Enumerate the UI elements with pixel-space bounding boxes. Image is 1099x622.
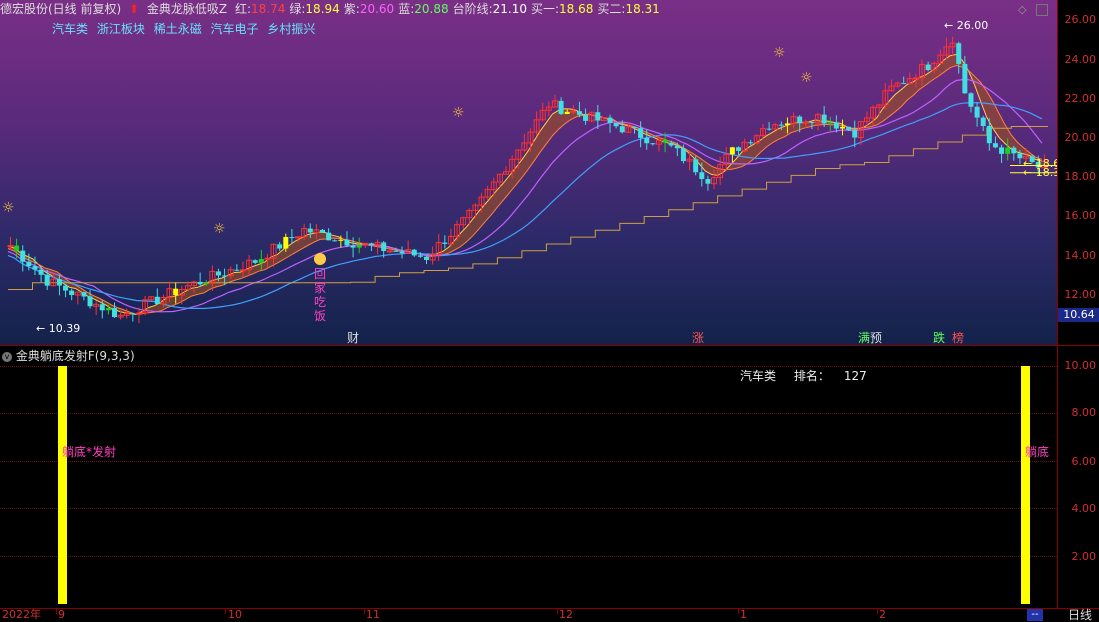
signal-bar-right	[1021, 366, 1030, 604]
price-tick: 24.00	[1064, 53, 1097, 66]
money-bag-icon	[314, 253, 326, 265]
candlestick-chart: ☼ ☼ ☼ ☼ ☼	[2, 36, 1057, 324]
runner-icon: ☼	[2, 200, 15, 216]
runner-icon: ☼	[452, 105, 465, 121]
sector-tag[interactable]: 汽车类	[52, 22, 88, 36]
current-price-tag: 10.64	[1058, 308, 1099, 322]
header-value-label: 买一:	[531, 2, 560, 16]
period-label[interactable]: 日线	[1068, 609, 1092, 621]
event-marker[interactable]: 榜	[952, 331, 964, 345]
sector-rank: 汽车类 排名： 127	[740, 367, 895, 384]
low-price-label: ← 10.39	[36, 322, 81, 335]
grid-line	[0, 461, 1057, 462]
date-axis: 2022年 9 10 11 12 1 2 -- 日线	[0, 608, 1099, 621]
grid-line	[0, 366, 1057, 367]
date-tick	[364, 609, 365, 614]
header-value: 18.74	[251, 2, 286, 16]
header-value-label: 绿:	[289, 2, 306, 16]
price-tick: 26.00	[1064, 13, 1097, 26]
buy2-tag: ← 18.31	[1023, 166, 1057, 179]
header-value: 20.60	[359, 2, 395, 16]
sector-tag[interactable]: 汽车电子	[211, 22, 259, 36]
indicator-tick: 10.00	[1064, 359, 1097, 372]
date-label: 12	[559, 608, 573, 621]
window-controls: ◇	[1018, 2, 1049, 16]
price-axis: ◇ 26.00 24.00 22.00 20.00 18.00 16.00 14…	[1018, 0, 1099, 610]
date-label: 1	[740, 608, 747, 621]
price-tick: 18.00	[1064, 170, 1097, 183]
header-value: 21.10	[492, 2, 527, 16]
signal-label-left: 躺底*发射	[62, 445, 117, 459]
header-value-label: 买二:	[597, 2, 626, 16]
date-tick	[225, 609, 226, 614]
date-tick	[738, 609, 739, 614]
signal-bar-left	[58, 366, 67, 604]
runner-icon: ☼	[773, 45, 786, 61]
price-tick: 14.00	[1064, 249, 1097, 262]
indicator-name[interactable]: 金典龙脉低吸Z	[147, 2, 227, 16]
event-marker[interactable]: 满预	[858, 331, 882, 345]
diamond-icon[interactable]: ◇	[1018, 3, 1026, 16]
sector-tag[interactable]: 浙江板块	[97, 22, 145, 36]
sector-list: 汽车类 浙江板块 稀土永磁 汽车电子 乡村振兴	[52, 20, 320, 37]
main-chart[interactable]: ☼ ☼ ☼ ☼ ☼ 德宏股份(日线 前复权) ⬆ 金典龙脉低吸Z 红:18.74 绿:18…	[0, 0, 1057, 345]
header-value: 20.88	[414, 2, 449, 16]
red-arrow-up-icon: ⬆	[129, 2, 140, 16]
indicator-tick: 8.00	[1071, 406, 1097, 419]
price-tick: 16.00	[1064, 209, 1097, 222]
price-tick: 22.00	[1064, 92, 1097, 105]
header-value-label: 紫:	[343, 2, 360, 16]
grid-line	[0, 556, 1057, 557]
rank-sector: 汽车类	[740, 369, 777, 383]
indicator-tick: 4.00	[1071, 502, 1097, 515]
header-value-label: 红:	[234, 2, 252, 16]
runner-icon: ☼	[800, 70, 813, 86]
event-marker[interactable]: 涨	[692, 331, 704, 345]
indicator-tick: 2.00	[1071, 550, 1097, 563]
indicator-panel[interactable]: v 金典躺底发射F(9,3,3) 躺底*发射 躺底 汽车类 排名： 127	[0, 346, 1057, 608]
grid-line	[0, 413, 1057, 414]
sector-tag[interactable]: 稀土永磁	[154, 22, 202, 36]
header-value-label: 台阶线:	[452, 2, 493, 16]
period-ellipsis[interactable]: --	[1027, 609, 1043, 621]
date-tick	[877, 609, 878, 614]
indicator-tick: 6.00	[1071, 455, 1097, 468]
date-label: 11	[366, 608, 380, 621]
rank-label: 排名： 127	[793, 369, 867, 383]
date-tick	[56, 609, 57, 614]
header-value: 18.68	[559, 2, 594, 16]
event-marker-prefix: 满	[858, 331, 871, 345]
event-marker[interactable]: 财	[347, 331, 359, 345]
header-value: 18.94	[305, 2, 340, 16]
date-label: 2	[879, 608, 886, 621]
header-value-label: 蓝:	[398, 2, 415, 16]
grid-line	[0, 508, 1057, 509]
price-tick: 12.00	[1064, 288, 1097, 301]
minimize-button[interactable]	[1036, 3, 1049, 16]
date-label: 9	[58, 608, 65, 621]
date-label: 2022年	[2, 608, 41, 621]
high-price-label: ← 26.00	[944, 19, 989, 32]
header-value: 18.31	[625, 2, 660, 16]
price-tick: 20.00	[1064, 131, 1097, 144]
chevron-down-icon[interactable]: v	[2, 351, 12, 362]
date-tick	[557, 609, 558, 614]
signal-label-right: 躺底	[1025, 445, 1050, 459]
stock-name[interactable]: 德宏股份(日线 前复权)	[0, 2, 121, 16]
sector-tag[interactable]: 乡村振兴	[267, 22, 315, 36]
date-label: 10	[228, 608, 242, 621]
home-dinner-tag: 回家吃饭	[314, 253, 328, 323]
chart-header: 德宏股份(日线 前复权) ⬆ 金典龙脉低吸Z 红:18.74 绿:18.94 紫:2…	[0, 0, 668, 18]
runner-icon: ☼	[213, 221, 226, 237]
indicator-title[interactable]: v 金典躺底发射F(9,3,3)	[2, 347, 135, 364]
event-marker[interactable]: 跌	[933, 331, 945, 345]
